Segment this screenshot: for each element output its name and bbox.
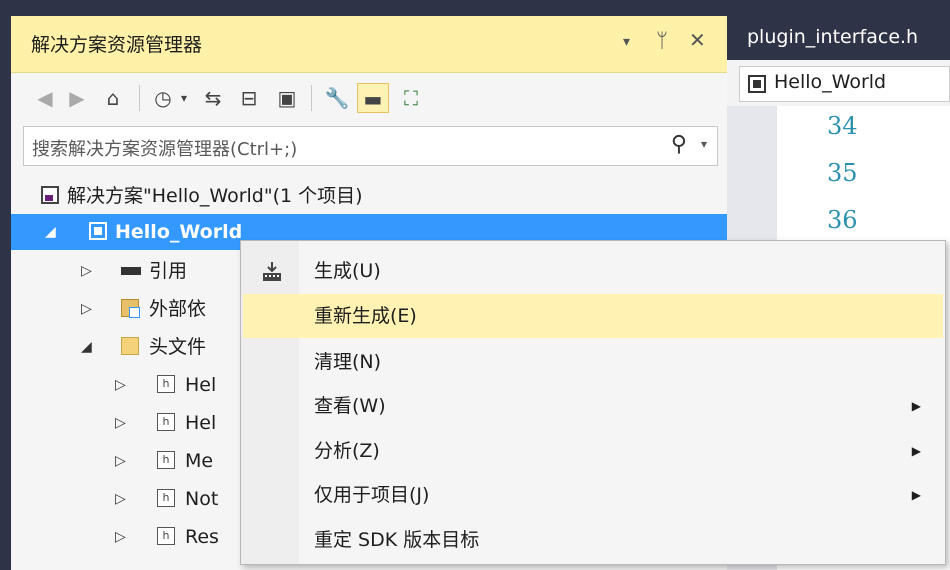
menu-item-label: 仅用于项目(J) (314, 484, 430, 506)
tree-item-label: Me (185, 450, 214, 472)
tree-item-label: Res (185, 526, 219, 548)
build-icon (263, 262, 281, 281)
back-icon[interactable]: ◀ (33, 83, 57, 113)
menu-item-rebuild[interactable]: 重新生成(E) (243, 294, 943, 338)
menu-item-project-only[interactable]: 仅用于项目(J) ▶ (243, 473, 943, 517)
editor-tab-title: plugin_interface.h (747, 26, 919, 48)
menu-item-view[interactable]: 查看(W) ▶ (243, 384, 943, 428)
menu-item-retarget-sdk[interactable]: 重定 SDK 版本目标 (243, 518, 943, 562)
menu-item-analyze[interactable]: 分析(Z) ▶ (243, 429, 943, 473)
line-number: 34 (827, 112, 858, 140)
preview-selected-items-icon[interactable]: ▬ (357, 83, 389, 113)
pending-changes-filter-icon[interactable]: ◷ (149, 83, 177, 113)
window-position-dropdown-icon[interactable]: ▾ (623, 34, 630, 50)
header-file-icon: h (157, 489, 175, 507)
collapsed-arrow-icon[interactable]: ▷ (115, 519, 126, 555)
project-icon (89, 222, 107, 240)
tree-item-label: 头文件 (149, 336, 207, 358)
class-view-icon[interactable]: ⛶ (397, 83, 425, 113)
menu-item-build[interactable]: 生成(U) (243, 249, 943, 293)
sync-with-document-icon[interactable]: ⇆ (199, 83, 227, 113)
solution-explorer-toolbar: ◀ ▶ ⌂ ◷ ▾ ⇆ ⊟ ▣ 🔧 ▬ ⛶ (11, 73, 727, 123)
tree-item-label: 解决方案"Hello_World"(1 个项目) (67, 185, 363, 207)
menu-item-label: 清理(N) (314, 351, 382, 373)
menu-item-label: 生成(U) (314, 260, 381, 282)
collapsed-arrow-icon[interactable]: ▷ (81, 253, 92, 289)
external-dependencies-icon (121, 299, 140, 318)
menu-item-label: 分析(Z) (314, 440, 380, 462)
collapsed-arrow-icon[interactable]: ▷ (115, 367, 126, 403)
tree-item-label: Hel (185, 412, 217, 434)
tree-item-label: 引用 (149, 260, 188, 282)
expanded-arrow-icon[interactable]: ◢ (81, 329, 92, 365)
line-number: 36 (827, 206, 858, 234)
collapsed-arrow-icon[interactable]: ▷ (81, 291, 92, 327)
home-icon[interactable]: ⌂ (99, 83, 127, 113)
properties-wrench-icon[interactable]: 🔧 (323, 83, 351, 113)
header-file-icon: h (157, 413, 175, 431)
close-icon[interactable]: ✕ (689, 28, 706, 52)
line-number: 35 (827, 159, 858, 187)
editor-tab[interactable]: plugin_interface.h (727, 16, 950, 60)
submenu-arrow-icon: ▶ (911, 488, 921, 502)
tree-item-label: Hello_World (115, 221, 243, 243)
header-file-icon: h (157, 527, 175, 545)
toolbar-separator (139, 85, 140, 111)
submenu-arrow-icon: ▶ (911, 444, 921, 458)
navigation-scope: Hello_World (774, 71, 887, 93)
window-frame-left (0, 0, 11, 570)
forward-icon[interactable]: ▶ (65, 83, 89, 113)
solution-explorer-title: 解决方案资源管理器 (31, 34, 203, 56)
collapsed-arrow-icon[interactable]: ▷ (115, 443, 126, 479)
menu-item-label: 重定 SDK 版本目标 (314, 529, 480, 551)
header-file-icon: h (157, 451, 175, 469)
folder-icon (121, 337, 139, 355)
search-input[interactable]: 搜索解决方案资源管理器(Ctrl+;) (32, 135, 297, 161)
solution-explorer-title-bar: 解决方案资源管理器 ▾ ᛘ ✕ (11, 16, 727, 73)
tree-item-label: 外部依 (149, 298, 207, 320)
collapsed-arrow-icon[interactable]: ▷ (115, 481, 126, 517)
editor-navigation-bar[interactable]: Hello_World (739, 66, 950, 102)
header-file-icon: h (157, 375, 175, 393)
tree-item-solution[interactable]: 解决方案"Hello_World"(1 个项目) (11, 178, 727, 214)
collapse-all-icon[interactable]: ⊟ (235, 83, 263, 113)
project-icon (748, 75, 766, 93)
expanded-arrow-icon[interactable]: ◢ (45, 214, 56, 250)
toolbar-separator (311, 85, 312, 111)
window-frame-top (0, 0, 950, 16)
context-menu: 生成(U) 重新生成(E) 清理(N) 查看(W) ▶ 分析(Z) ▶ 仅用于项… (240, 240, 946, 565)
menu-item-label: 查看(W) (314, 395, 386, 417)
references-icon (121, 267, 141, 275)
tree-item-label: Not (185, 488, 219, 510)
menu-item-clean[interactable]: 清理(N) (243, 340, 943, 384)
search-options-dropdown-icon[interactable]: ▾ (701, 137, 707, 151)
filter-dropdown-icon[interactable]: ▾ (177, 83, 191, 113)
submenu-arrow-icon: ▶ (911, 399, 921, 413)
solution-explorer-search-box[interactable]: 搜索解决方案资源管理器(Ctrl+;) ⚲ ▾ (23, 126, 718, 166)
tree-item-label: Hel (185, 374, 217, 396)
search-icon[interactable]: ⚲ (671, 132, 687, 157)
show-all-files-icon[interactable]: ▣ (273, 83, 301, 113)
pin-icon[interactable]: ᛘ (656, 28, 668, 52)
collapsed-arrow-icon[interactable]: ▷ (115, 405, 126, 441)
solution-icon (41, 186, 59, 204)
menu-item-label: 重新生成(E) (314, 305, 417, 327)
